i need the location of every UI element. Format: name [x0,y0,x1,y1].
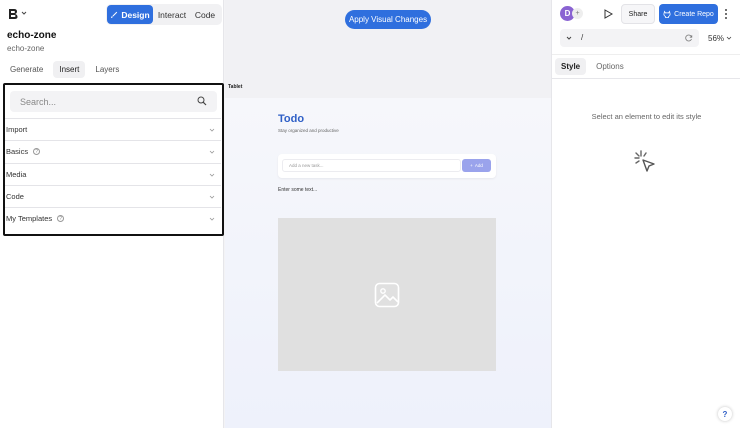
left-tabs: Generate Insert Layers [4,61,125,78]
section-label: Code [6,192,24,202]
refresh-icon[interactable] [685,34,693,42]
text-element[interactable]: Enter some text... [278,187,317,193]
app-logo-icon[interactable] [7,8,19,20]
chevron-down-icon[interactable] [566,35,572,41]
share-button[interactable]: Share [621,4,655,24]
section-my-templates[interactable]: My Templates ? [5,207,221,229]
section-basics[interactable]: Basics ? [5,140,221,162]
todo-title[interactable]: Todo [278,113,304,125]
section-code[interactable]: Code [5,184,221,207]
mode-switcher: Design Interact Code [106,4,222,25]
right-panel: D + Share Create Repo / 56% Style Option… [551,0,740,428]
insert-sections: Import Basics ? Media Code My Templates … [5,118,221,229]
canvas-area: Apply Visual Changes Tablet Todo Stay or… [225,0,551,428]
style-tabs: Style Options [552,54,740,79]
brush-icon [111,11,118,18]
plus-icon: + [470,163,473,168]
section-label: My Templates [6,214,53,224]
github-icon [663,10,671,18]
info-icon[interactable]: ? [33,148,41,156]
preview-frame: Todo Stay organized and productive Add a… [225,98,551,428]
chevron-down-icon [209,173,215,177]
tab-options[interactable]: Options [590,58,630,75]
help-button[interactable]: ? [718,407,732,421]
chevron-down-icon [209,128,215,132]
device-label: Tablet [228,84,243,90]
todo-subtitle[interactable]: Stay organized and productive [278,128,339,133]
design-mode-label: Design [121,9,150,20]
project-subtitle: echo-zone [7,44,45,53]
section-label: Basics [6,147,29,157]
code-mode-label: Code [194,9,216,20]
tab-generate[interactable]: Generate [4,61,49,78]
zoom-select[interactable]: 56% [708,34,732,43]
project-title: echo-zone [7,30,57,41]
chevron-down-icon[interactable] [21,10,27,16]
task-input[interactable]: Add a new task... [282,159,461,172]
create-repo-button[interactable]: Create Repo [659,4,718,24]
add-label: Add [474,163,483,168]
url-bar[interactable]: / [560,29,699,47]
create-repo-label: Create Repo [674,10,714,18]
chevron-down-icon [209,195,215,199]
design-mode-button[interactable]: Design [107,5,153,24]
left-panel: Design Interact Code echo-zone echo-zone… [0,0,224,428]
info-icon[interactable]: ? [57,215,65,223]
apply-visual-changes-button[interactable]: Apply Visual Changes [345,10,431,29]
interact-mode-label: Interact [157,9,187,20]
tab-style[interactable]: Style [555,58,587,75]
interact-mode-button[interactable]: Interact [153,5,191,24]
add-collaborator-icon[interactable]: + [572,8,583,19]
search-input[interactable] [20,96,180,107]
chevron-down-icon [209,151,215,154]
section-import[interactable]: Import [5,118,221,140]
task-input-card[interactable]: Add a new task... + Add [278,154,496,178]
code-mode-button[interactable]: Code [191,5,219,24]
add-task-button[interactable]: + Add [462,159,491,172]
image-placeholder[interactable] [278,218,496,371]
play-icon[interactable] [604,9,613,19]
more-options-icon[interactable] [724,8,728,20]
search-icon[interactable] [197,96,207,106]
section-label: Media [6,169,27,179]
url-path: / [581,33,584,42]
insert-panel: Import Basics ? Media Code My Templates … [3,83,224,236]
empty-state-hint: Select an element to edit its style [591,112,702,121]
zoom-level: 56% [708,34,725,43]
tab-layers[interactable]: Layers [89,61,125,78]
search-box [10,91,217,112]
chevron-down-icon [209,217,215,221]
section-media[interactable]: Media [5,162,221,185]
section-label: Import [6,125,28,135]
cursor-click-icon [634,150,655,172]
tab-insert[interactable]: Insert [53,61,86,78]
image-icon [374,282,400,307]
chevron-down-icon [726,36,732,40]
